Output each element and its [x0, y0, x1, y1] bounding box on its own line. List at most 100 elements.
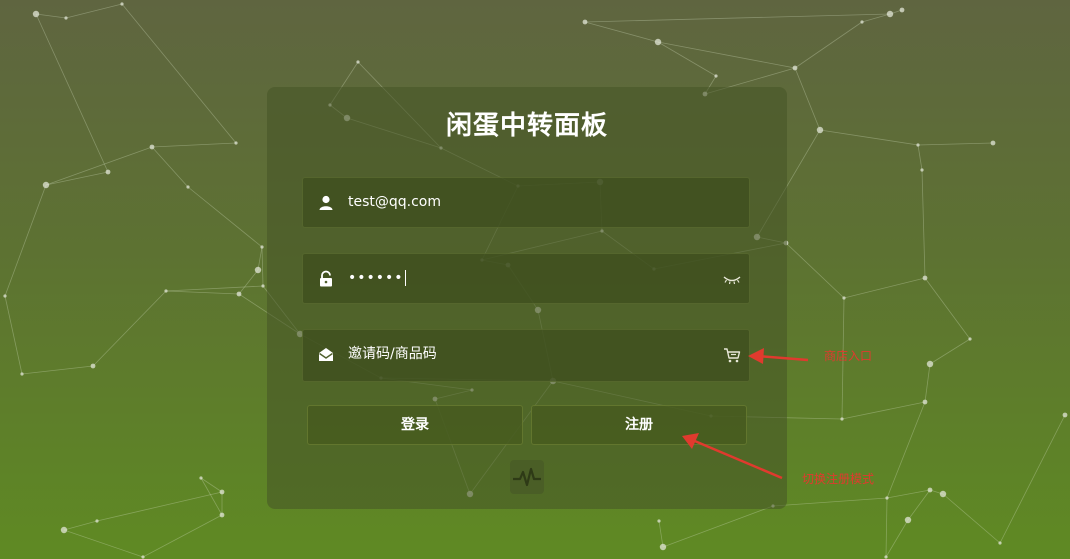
network-node: [64, 16, 68, 20]
network-line: [886, 489, 931, 499]
network-line: [841, 401, 926, 420]
login-button[interactable]: 登录: [307, 405, 523, 445]
text-caret: [404, 270, 406, 286]
network-node: [998, 541, 1002, 545]
cart-icon[interactable]: [723, 347, 741, 363]
network-node: [141, 555, 145, 559]
network-line: [65, 3, 123, 19]
network-node: [3, 294, 7, 298]
shop-entry-annotation: 商店入口: [824, 349, 873, 363]
network-node: [885, 496, 889, 500]
network-line: [584, 13, 891, 23]
network-node: [582, 19, 588, 25]
network-line: [151, 142, 237, 148]
network-line: [151, 146, 189, 188]
network-node: [120, 2, 124, 6]
network-node: [899, 7, 905, 13]
network-node: [260, 245, 264, 249]
email-field[interactable]: test@qq.com: [302, 177, 750, 228]
network-node: [922, 399, 928, 405]
invite-code-input[interactable]: 邀请码/商品码: [348, 345, 437, 363]
network-line: [142, 514, 223, 558]
network-line: [92, 290, 167, 367]
network-node: [32, 10, 40, 18]
network-node: [860, 20, 864, 24]
network-node: [236, 291, 242, 297]
network-line: [200, 477, 223, 493]
network-node: [105, 169, 111, 175]
network-line: [942, 493, 1001, 544]
network-line: [886, 401, 926, 499]
network-line: [658, 520, 664, 548]
invite-code-field[interactable]: 邀请码/商品码: [302, 329, 750, 382]
network-line: [63, 529, 144, 558]
network-node: [659, 543, 667, 551]
page-title: 闲蛋中转面板: [445, 111, 608, 141]
network-line: [924, 363, 931, 403]
network-line: [165, 285, 264, 292]
network-line: [35, 13, 67, 19]
network-node: [1062, 412, 1068, 418]
network-node: [234, 141, 238, 145]
network-node: [219, 489, 225, 495]
pulse-logo-icon: [510, 460, 544, 494]
network-node: [219, 512, 225, 518]
network-line: [794, 67, 821, 131]
network-node: [356, 60, 360, 64]
network-line: [785, 242, 845, 299]
network-line: [121, 3, 237, 144]
network-node: [840, 417, 844, 421]
login-panel: 闲蛋中转面板 test@qq.com •••••• 邀请码/商品码 登录 注册: [267, 87, 787, 509]
network-node: [920, 168, 924, 172]
network-line: [819, 129, 919, 146]
network-node: [886, 10, 894, 18]
email-value: test@qq.com: [348, 194, 442, 210]
network-line: [921, 169, 926, 279]
network-line: [794, 21, 863, 69]
network-node: [792, 65, 798, 71]
network-line: [4, 184, 47, 297]
network-line: [4, 295, 23, 375]
network-node: [657, 519, 661, 523]
network-line: [772, 497, 888, 507]
network-node: [254, 266, 262, 274]
network-node: [714, 74, 718, 78]
network-node: [60, 526, 68, 534]
network-line: [917, 142, 994, 146]
user-icon: [319, 195, 333, 210]
network-node: [990, 140, 996, 146]
network-node: [927, 487, 933, 493]
password-dots: ••••••: [348, 270, 404, 286]
network-line: [885, 519, 909, 558]
network-node: [926, 360, 934, 368]
network-node: [95, 519, 99, 523]
network-line: [657, 41, 796, 69]
lock-icon: [320, 270, 332, 287]
network-line: [63, 520, 98, 531]
network-line: [238, 269, 259, 295]
network-node: [261, 284, 265, 288]
network-node: [816, 126, 824, 134]
network-line: [924, 277, 971, 340]
network-line: [917, 144, 923, 171]
network-line: [907, 489, 931, 521]
register-button[interactable]: 注册: [531, 405, 747, 445]
network-node: [922, 275, 928, 281]
network-node: [199, 476, 203, 480]
network-node: [90, 363, 96, 369]
network-line: [257, 246, 263, 271]
network-line: [35, 13, 109, 173]
eye-closed-icon[interactable]: [723, 271, 741, 287]
network-line: [584, 21, 659, 43]
network-node: [968, 337, 972, 341]
network-node: [654, 38, 662, 46]
password-field[interactable]: ••••••: [302, 253, 750, 304]
network-line: [261, 246, 264, 287]
password-value: ••••••: [348, 269, 406, 287]
network-line: [96, 491, 223, 522]
network-line: [21, 365, 94, 375]
network-node: [842, 296, 846, 300]
network-line: [861, 13, 891, 23]
network-node: [149, 144, 155, 150]
network-node: [916, 143, 920, 147]
